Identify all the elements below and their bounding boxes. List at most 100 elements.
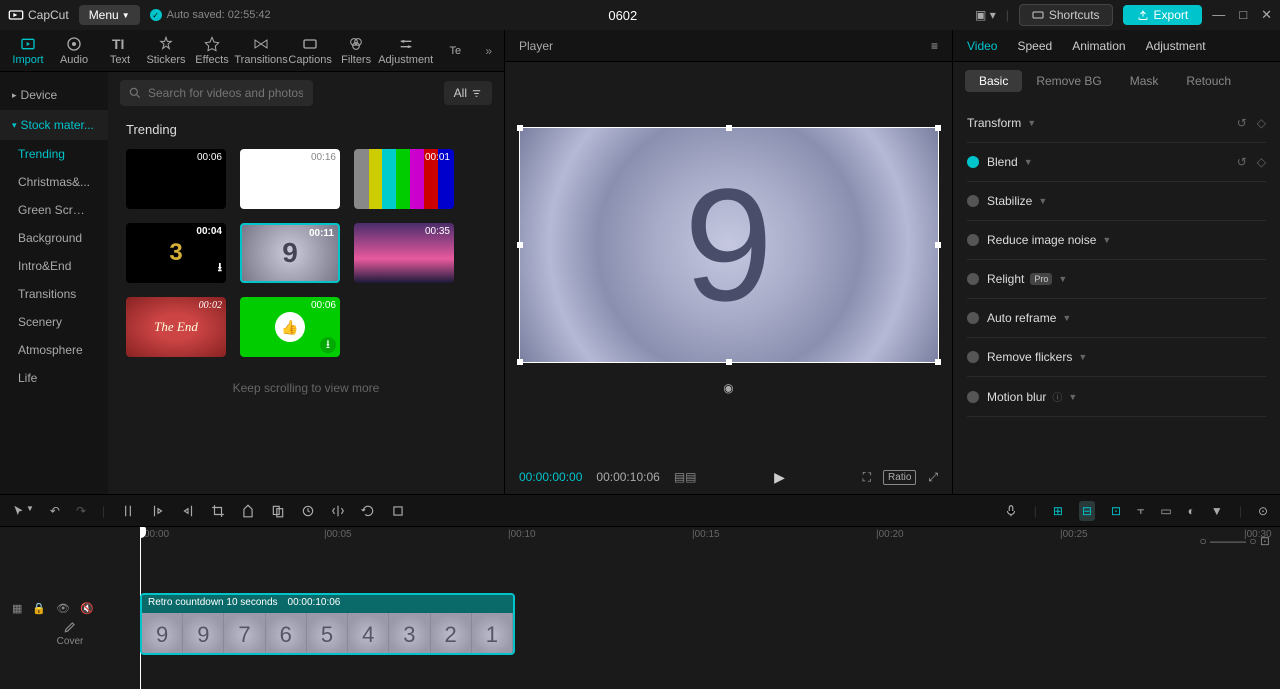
select-tool[interactable]: ▼ [12, 504, 34, 518]
rotate-tool[interactable] [361, 504, 375, 518]
checkbox-off[interactable] [967, 312, 979, 324]
checkbox-off[interactable] [967, 391, 979, 403]
checkbox-off[interactable] [967, 351, 979, 363]
prop-motion-blur[interactable]: Motion blurⓘ▼ [967, 377, 1266, 417]
snap-tool[interactable]: ⊡ [1111, 504, 1121, 518]
crop-tool[interactable] [211, 504, 225, 518]
crop-tool-2[interactable] [391, 504, 405, 518]
rtab-animation[interactable]: Animation [1072, 39, 1125, 53]
align-tool[interactable]: ⫟ [1137, 503, 1144, 518]
sidebar-stock[interactable]: ▾Stock mater... [0, 110, 108, 140]
maximize-button[interactable]: □ [1239, 7, 1247, 23]
clip-item[interactable]: 00:06 [126, 149, 226, 209]
clip-item[interactable]: The End00:02 [126, 297, 226, 357]
filter-button[interactable]: All [444, 81, 492, 105]
minimize-button[interactable]: — [1212, 7, 1225, 23]
subtab-basic[interactable]: Basic [965, 70, 1022, 92]
duplicate-tool[interactable] [271, 504, 285, 518]
download-icon[interactable]: ⭳ [320, 337, 336, 353]
player-menu-icon[interactable]: ≡ [931, 39, 938, 53]
search-input[interactable] [120, 80, 313, 106]
magnet-tool[interactable]: ⊞ [1053, 504, 1063, 518]
shortcuts-button[interactable]: Shortcuts [1019, 4, 1113, 26]
timeline-clip[interactable]: Retro countdown 10 seconds00:00:10:06 99… [140, 593, 515, 655]
preview-tool[interactable]: ▭ [1160, 504, 1171, 518]
timeline-ruler[interactable]: 00:00 |00:05 |00:10 |00:15 |00:20 |00:25… [140, 527, 1280, 545]
prop-remove-flickers[interactable]: Remove flickers▼ [967, 338, 1266, 377]
resize-handle[interactable] [935, 242, 941, 248]
clip-item[interactable]: 00:01 [354, 149, 454, 209]
undo-button[interactable]: ↶ [50, 504, 60, 518]
checkbox-off[interactable] [967, 234, 979, 246]
redo-button[interactable]: ↷ [76, 504, 86, 518]
timeline-zoom[interactable]: ○ ——— ○ ⊡ [1199, 534, 1270, 548]
checkbox-off[interactable] [967, 195, 979, 207]
player-canvas[interactable]: 9 [519, 127, 939, 363]
tl-layers-icon[interactable]: ▦ [12, 602, 22, 615]
tab-text[interactable]: TIText [98, 33, 142, 69]
more-tabs-button[interactable]: » [479, 44, 498, 58]
rotate-handle[interactable]: ◉ [723, 381, 733, 395]
tl-lock-icon[interactable]: 🔒 [32, 602, 46, 615]
cat-greenscreen[interactable]: Green Screen [0, 196, 108, 224]
cat-christmas[interactable]: Christmas&... [0, 168, 108, 196]
clip-item-selected[interactable]: 900:11 [240, 223, 340, 283]
link-tool[interactable]: ⊟ [1079, 501, 1095, 521]
tab-effects[interactable]: Effects [190, 33, 234, 69]
download-icon[interactable]: ⭳ [218, 258, 222, 279]
prop-blend[interactable]: Blend▼↺◇ [967, 143, 1266, 182]
cat-background[interactable]: Background [0, 224, 108, 252]
prop-stabilize[interactable]: Stabilize▼ [967, 182, 1266, 221]
split-tool[interactable] [121, 504, 135, 518]
checkbox-off[interactable] [967, 273, 979, 285]
timeline-tracks[interactable]: 00:00 |00:05 |00:10 |00:15 |00:20 |00:25… [140, 527, 1280, 689]
resize-handle[interactable] [935, 359, 941, 365]
prop-transform[interactable]: Transform▼↺◇ [967, 104, 1266, 143]
checkbox-on[interactable] [967, 156, 979, 168]
tl-eye-icon[interactable]: 👁 [56, 602, 70, 615]
tl-mute-icon[interactable]: 🔇 [80, 602, 94, 615]
toggle-tool[interactable]: ◐ [1188, 504, 1195, 518]
tab-transitions[interactable]: Transitions [236, 33, 286, 69]
reset-icon[interactable]: ↺ [1237, 116, 1247, 130]
fullscreen-icon[interactable]: ⤢ [928, 470, 938, 485]
resize-handle[interactable] [726, 125, 732, 131]
subtab-removebg[interactable]: Remove BG [1022, 70, 1115, 92]
keyframe-icon[interactable]: ◇ [1257, 155, 1266, 169]
marker-tool[interactable] [241, 504, 255, 518]
tab-adjustment[interactable]: Adjustment [380, 33, 431, 69]
mic-tool[interactable] [1004, 504, 1018, 518]
layout-icon[interactable]: ▣ ▾ [975, 8, 996, 22]
compare-icon[interactable]: ▤▤ [674, 470, 697, 484]
ratio-button[interactable]: Ratio [883, 470, 916, 485]
cat-transitions[interactable]: Transitions [0, 280, 108, 308]
rtab-speed[interactable]: Speed [1017, 39, 1052, 53]
trim-right-tool[interactable] [181, 504, 195, 518]
keyframe-icon[interactable]: ◇ [1257, 116, 1266, 130]
tab-captions[interactable]: Captions [288, 33, 332, 69]
cat-scenery[interactable]: Scenery [0, 308, 108, 336]
resize-handle[interactable] [726, 359, 732, 365]
prop-reduce-noise[interactable]: Reduce image noise▼ [967, 221, 1266, 260]
trim-left-tool[interactable] [151, 504, 165, 518]
mirror-tool[interactable] [331, 504, 345, 518]
tab-audio[interactable]: Audio [52, 33, 96, 69]
resize-handle[interactable] [517, 242, 523, 248]
clip-item[interactable]: 300:04⭳ [126, 223, 226, 283]
scale-icon[interactable]: ⛶ [863, 470, 871, 485]
play-button[interactable]: ▶ [774, 469, 785, 485]
export-button[interactable]: Export [1123, 5, 1203, 25]
cat-trending[interactable]: Trending [0, 140, 108, 168]
cat-life[interactable]: Life [0, 364, 108, 392]
subtab-retouch[interactable]: Retouch [1172, 70, 1245, 92]
resize-handle[interactable] [517, 359, 523, 365]
rtab-video[interactable]: Video [967, 39, 997, 53]
resize-handle[interactable] [935, 125, 941, 131]
cover-button[interactable]: Cover [0, 620, 140, 647]
resize-handle[interactable] [517, 125, 523, 131]
close-button[interactable]: ✕ [1261, 7, 1272, 23]
prop-relight[interactable]: RelightPro▼ [967, 260, 1266, 299]
cat-atmosphere[interactable]: Atmosphere [0, 336, 108, 364]
reverse-tool[interactable] [301, 504, 315, 518]
prop-auto-reframe[interactable]: Auto reframe▼ [967, 299, 1266, 338]
